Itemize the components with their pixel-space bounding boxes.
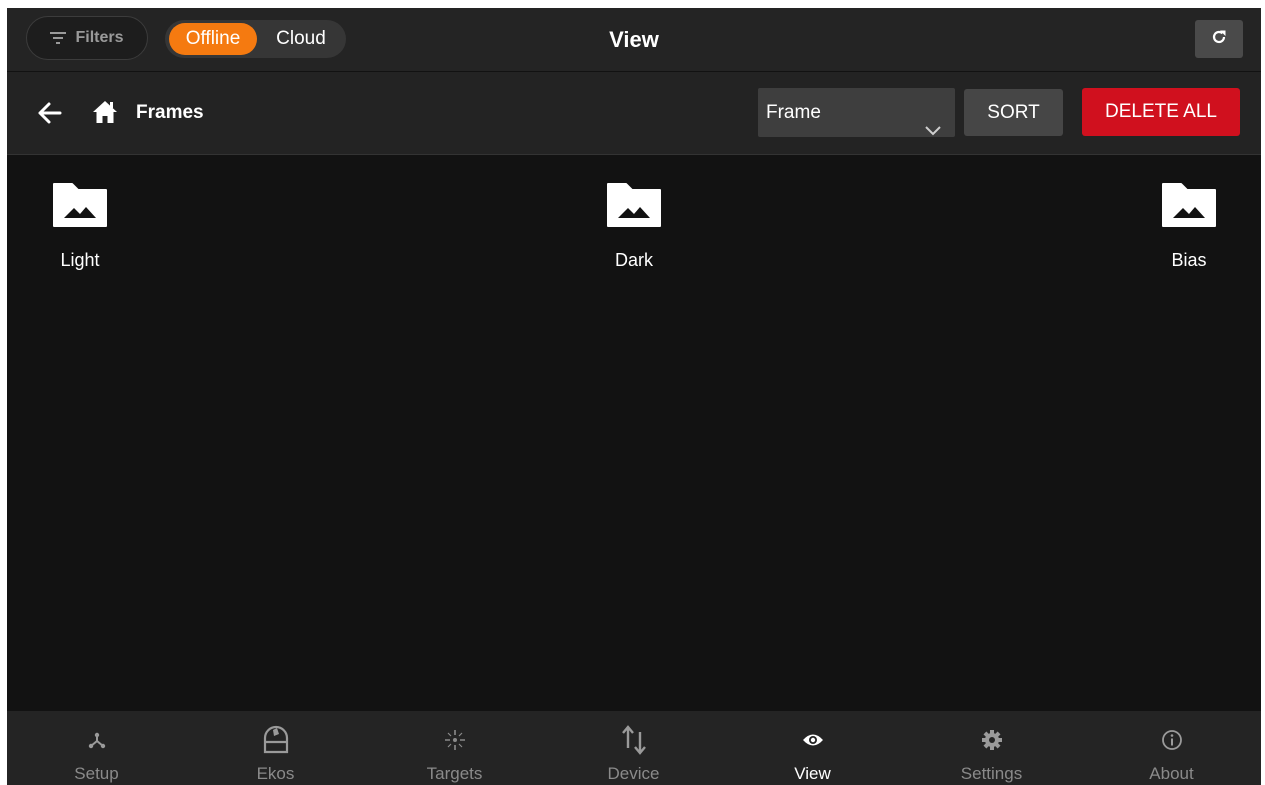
gear-icon [902,725,1081,755]
folder-dark[interactable]: Dark [574,180,694,271]
setup-icon [7,725,186,755]
nav-label: Device [607,764,660,783]
image-folder-icon [1129,180,1249,230]
refresh-button[interactable] [1195,20,1243,58]
targets-icon [365,725,544,755]
home-button[interactable] [91,98,119,126]
nav-label: Ekos [256,764,295,783]
mode-cloud-option[interactable]: Cloud [261,20,341,58]
refresh-icon [1211,29,1227,50]
nav-item-settings[interactable]: Settings [902,711,1081,785]
folder-label: Dark [614,250,653,270]
nav-item-view[interactable]: View [723,711,902,785]
nav-label: About [1149,764,1194,783]
image-folder-icon [574,180,694,230]
back-button[interactable] [36,99,64,127]
nav-item-ekos[interactable]: Ekos [186,711,365,785]
frame-type-select[interactable]: Frame [758,88,955,137]
top-bar: Filters Offline Cloud View [7,8,1261,71]
nav-label: View [794,764,831,783]
mode-toggle: Offline Cloud [165,20,346,58]
nav-item-setup[interactable]: Setup [7,711,186,785]
nav-item-about[interactable]: About [1082,711,1261,785]
sort-button[interactable]: SORT [964,89,1063,136]
arrow-left-icon [36,102,64,131]
folder-label: Light [60,250,100,270]
ekos-icon [186,725,365,755]
info-icon [1082,725,1261,755]
chevron-down-icon [925,106,941,155]
folder-light[interactable]: Light [20,180,140,271]
nav-label: Setup [74,764,119,783]
folder-bias[interactable]: Bias [1129,180,1249,271]
toolbar: Frames Frame SORT DELETE ALL [7,72,1261,155]
folder-label: Bias [1171,250,1207,270]
nav-item-targets[interactable]: Targets [365,711,544,785]
nav-label: Settings [960,764,1023,783]
home-icon [91,101,119,130]
device-icon [544,725,723,755]
filters-button[interactable]: Filters [26,16,148,60]
eye-icon [723,725,902,755]
mode-offline-option[interactable]: Offline [169,23,257,55]
delete-all-button[interactable]: DELETE ALL [1082,88,1240,136]
nav-label: Targets [426,764,483,783]
nav-item-device[interactable]: Device [544,711,723,785]
image-folder-icon [20,180,140,230]
bottom-navigation: Setup Ekos Targets Device View Settings … [7,711,1261,785]
filters-label: Filters [75,29,124,46]
select-value: Frame [766,102,821,123]
filter-icon [50,32,67,44]
app-window: Filters Offline Cloud View Frames Frame [7,8,1261,785]
breadcrumb: Frames [136,102,204,123]
